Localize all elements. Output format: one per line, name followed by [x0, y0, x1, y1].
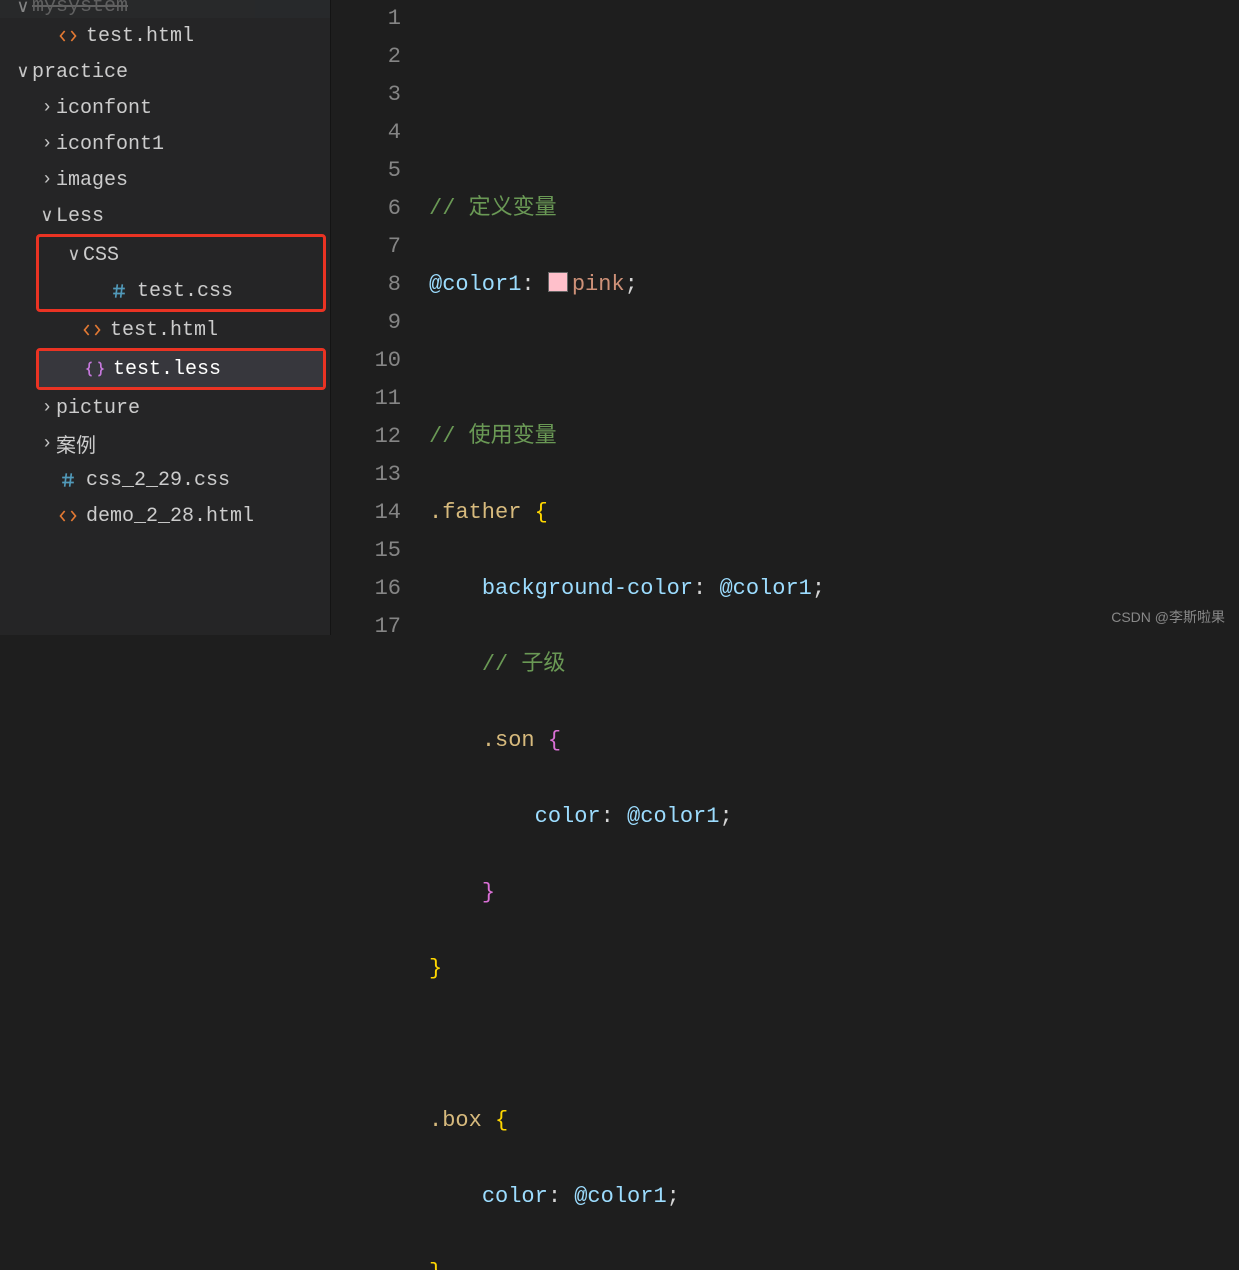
- code-selector: .box: [429, 1108, 482, 1133]
- line-number: 13: [331, 456, 401, 494]
- code-variable: @color1: [574, 1184, 666, 1209]
- code-editor[interactable]: 1 2 3 4 5 6 7 8 9 10 11 12 13 14 15 16 1…: [330, 0, 1239, 635]
- html-icon: [56, 26, 80, 46]
- line-number: 4: [331, 114, 401, 152]
- chevron-right-icon: ›: [38, 134, 56, 154]
- folder-label: 案例: [56, 429, 322, 459]
- highlight-box-less: test.less: [36, 348, 326, 390]
- file-test-less[interactable]: test.less: [39, 351, 323, 387]
- file-demo-2-28[interactable]: demo_2_28.html: [0, 498, 330, 534]
- folder-iconfont[interactable]: › iconfont: [0, 90, 330, 126]
- color-swatch-icon: [548, 272, 568, 292]
- chevron-right-icon: ›: [38, 170, 56, 190]
- folder-label: images: [56, 169, 322, 192]
- file-label: test.html: [110, 319, 322, 342]
- code-selector: .father: [429, 500, 521, 525]
- file-explorer[interactable]: ∨ mysystem test.html ∨ practice › iconfo…: [0, 0, 330, 635]
- folder-label: iconfont: [56, 97, 322, 120]
- folder-label: practice: [32, 61, 322, 84]
- highlight-box-css: ∨ CSS test.css: [36, 234, 326, 312]
- folder-label: iconfont1: [56, 133, 322, 156]
- line-number: 17: [331, 608, 401, 646]
- line-number: 1: [331, 0, 401, 38]
- line-number: 14: [331, 494, 401, 532]
- code-variable: @color1: [429, 272, 521, 297]
- line-number: 15: [331, 532, 401, 570]
- folder-label: CSS: [83, 244, 315, 267]
- file-label: test.html: [86, 25, 322, 48]
- code-color-value: pink: [572, 272, 625, 297]
- code-content[interactable]: // 定义变量 @color1: pink; // 使用变量 .father {…: [429, 0, 1239, 635]
- folder-label: picture: [56, 397, 322, 420]
- line-number: 8: [331, 266, 401, 304]
- chevron-down-icon: ∨: [65, 244, 83, 266]
- file-label: css_2_29.css: [86, 469, 322, 492]
- code-comment: // 子级: [482, 652, 566, 677]
- file-label: test.less: [113, 358, 315, 381]
- code-variable: @color1: [627, 804, 719, 829]
- code-comment: // 使用变量: [429, 424, 557, 449]
- line-number: 12: [331, 418, 401, 456]
- code-selector: .son: [482, 728, 535, 753]
- line-number: 6: [331, 190, 401, 228]
- file-css-2-29[interactable]: css_2_29.css: [0, 462, 330, 498]
- line-number: 5: [331, 152, 401, 190]
- folder-label: mysystem: [32, 0, 322, 18]
- chevron-down-icon: ∨: [14, 61, 32, 83]
- line-number: 9: [331, 304, 401, 342]
- file-test-html-less[interactable]: test.html: [0, 312, 330, 348]
- line-number: 3: [331, 76, 401, 114]
- chevron-right-icon: ›: [38, 434, 56, 454]
- folder-anli[interactable]: › 案例: [0, 426, 330, 462]
- chevron-down-icon: ∨: [14, 0, 32, 18]
- chevron-down-icon: ∨: [38, 205, 56, 227]
- folder-iconfont1[interactable]: › iconfont1: [0, 126, 330, 162]
- file-label: demo_2_28.html: [86, 505, 322, 528]
- line-number: 10: [331, 342, 401, 380]
- code-comment: // 定义变量: [429, 196, 557, 221]
- code-property: color: [535, 804, 601, 829]
- line-number: 16: [331, 570, 401, 608]
- chevron-right-icon: ›: [38, 398, 56, 418]
- folder-mysystem[interactable]: ∨ mysystem: [0, 0, 330, 18]
- watermark: CSDN @李斯啦果: [1111, 607, 1225, 627]
- line-number: 2: [331, 38, 401, 76]
- folder-practice[interactable]: ∨ practice: [0, 54, 330, 90]
- folder-picture[interactable]: › picture: [0, 390, 330, 426]
- html-icon: [80, 320, 104, 340]
- code-variable: @color1: [719, 576, 811, 601]
- line-number: 7: [331, 228, 401, 266]
- file-test-html[interactable]: test.html: [0, 18, 330, 54]
- code-property: background-color: [482, 576, 693, 601]
- hash-icon: [56, 470, 80, 490]
- file-test-css[interactable]: test.css: [39, 273, 323, 309]
- folder-less[interactable]: ∨ Less: [0, 198, 330, 234]
- file-label: test.css: [137, 280, 315, 303]
- chevron-right-icon: ›: [38, 98, 56, 118]
- code-property: color: [482, 1184, 548, 1209]
- line-number: 11: [331, 380, 401, 418]
- html-icon: [56, 506, 80, 526]
- line-number-gutter: 1 2 3 4 5 6 7 8 9 10 11 12 13 14 15 16 1…: [331, 0, 429, 635]
- braces-icon: [83, 359, 107, 379]
- hash-icon: [107, 281, 131, 301]
- folder-css[interactable]: ∨ CSS: [39, 237, 323, 273]
- folder-label: Less: [56, 205, 322, 228]
- folder-images[interactable]: › images: [0, 162, 330, 198]
